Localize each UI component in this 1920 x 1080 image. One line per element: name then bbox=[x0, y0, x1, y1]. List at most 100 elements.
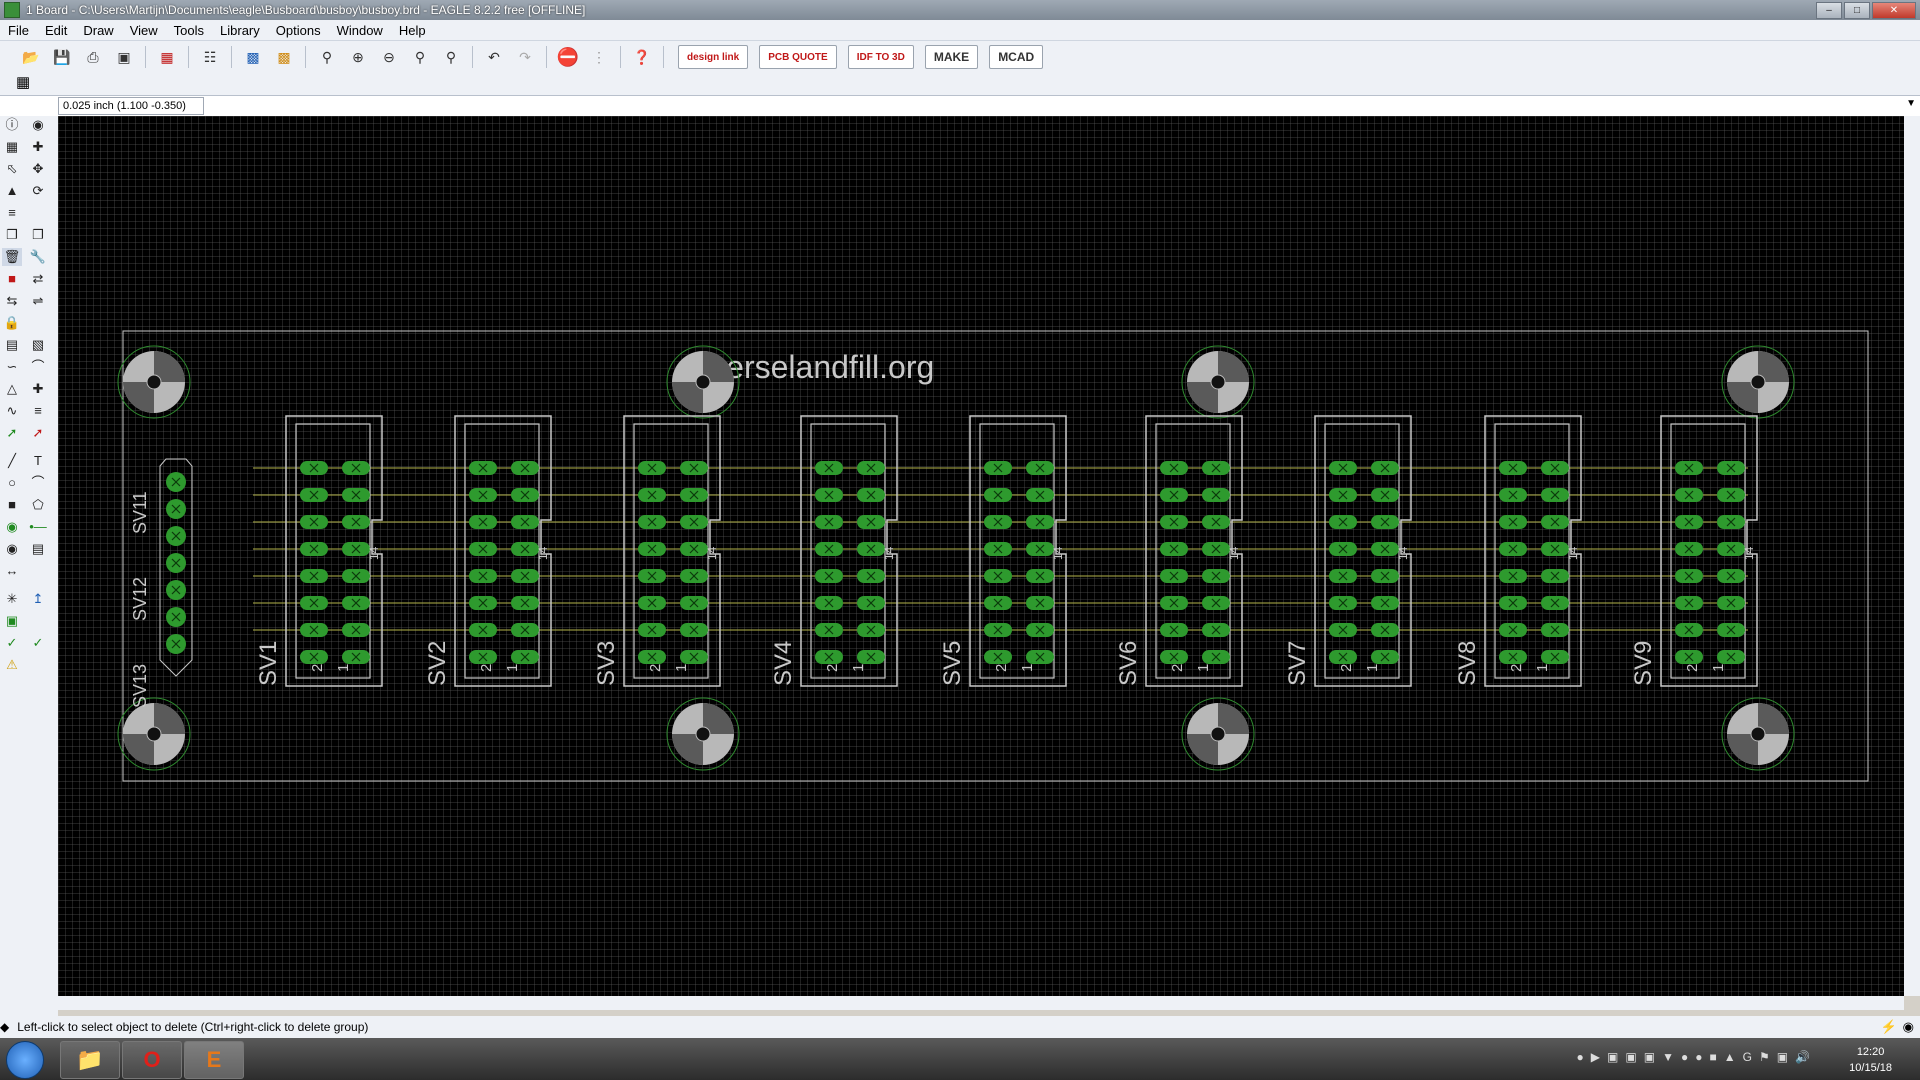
open-icon[interactable]: 📂 bbox=[18, 45, 44, 69]
start-button[interactable] bbox=[6, 1041, 44, 1079]
flag-icon[interactable]: ⚑ bbox=[1759, 1050, 1770, 1064]
close-button[interactable]: ✕ bbox=[1872, 2, 1916, 19]
erc-icon[interactable]: ✓ bbox=[2, 634, 22, 652]
connector-sv8[interactable]: 2 1 14 SV8 bbox=[1454, 415, 1582, 687]
design-link-button[interactable]: design link bbox=[678, 45, 749, 69]
tray-icon-10[interactable]: ▲ bbox=[1724, 1050, 1736, 1064]
autorouter-icon[interactable]: ✳ bbox=[2, 590, 22, 608]
connector-sv7[interactable]: 2 1 14 SV7 bbox=[1284, 415, 1412, 687]
dimension-icon[interactable]: ↔ bbox=[2, 562, 22, 580]
rect-icon[interactable]: ■ bbox=[2, 496, 22, 514]
tray-icon-8[interactable]: ● bbox=[1695, 1050, 1702, 1064]
menu-options[interactable]: Options bbox=[268, 23, 329, 38]
connector-sv6[interactable]: 2 1 14 SV6 bbox=[1115, 415, 1243, 687]
zoom-in-icon[interactable]: ⊕ bbox=[345, 45, 371, 69]
menu-edit[interactable]: Edit bbox=[37, 23, 75, 38]
explorer-icon[interactable]: 📁 bbox=[60, 1041, 120, 1079]
eye-icon[interactable]: ◉ bbox=[28, 116, 48, 134]
horizontal-scrollbar[interactable] bbox=[58, 996, 1904, 1010]
redo-icon[interactable]: ↷ bbox=[512, 45, 538, 69]
vertical-scrollbar[interactable] bbox=[1904, 116, 1920, 996]
tray-icon-11[interactable]: G bbox=[1743, 1050, 1752, 1064]
zoom-last-icon[interactable]: ⚲ bbox=[438, 45, 464, 69]
warning-icon[interactable]: ⚠ bbox=[2, 656, 22, 674]
wire-icon[interactable]: ➚ bbox=[2, 424, 22, 442]
layers-icon[interactable]: ▦ bbox=[2, 138, 22, 156]
tray-icon-7[interactable]: ● bbox=[1681, 1050, 1688, 1064]
align-icon[interactable]: ≡ bbox=[2, 204, 22, 222]
connector-sv4[interactable]: 2 1 14 SV4 bbox=[770, 415, 898, 687]
menu-window[interactable]: Window bbox=[329, 23, 391, 38]
wrench-icon[interactable]: 🔧 bbox=[28, 248, 48, 266]
connector-sv9[interactable]: 2 1 14 SV9 bbox=[1630, 415, 1758, 687]
volume-icon[interactable]: 🔊 bbox=[1795, 1050, 1810, 1064]
menu-file[interactable]: File bbox=[0, 23, 37, 38]
script-icon[interactable]: ▩ bbox=[240, 45, 266, 69]
help-icon[interactable]: ❓ bbox=[629, 45, 655, 69]
tray-icon-2[interactable]: ▶ bbox=[1591, 1050, 1600, 1064]
smash-icon[interactable]: ▤ bbox=[2, 336, 22, 354]
menu-help[interactable]: Help bbox=[391, 23, 434, 38]
go-icon[interactable]: ⋮ bbox=[586, 45, 612, 69]
lock-icon[interactable]: 🔒 bbox=[2, 314, 22, 332]
info-icon[interactable]: ⓘ bbox=[2, 116, 22, 134]
opera-icon[interactable]: O bbox=[122, 1041, 182, 1079]
signal-icon[interactable]: •— bbox=[28, 518, 48, 536]
connector-sv5[interactable]: 2 1 14 SV5 bbox=[939, 415, 1067, 687]
hole-icon[interactable]: ◉ bbox=[2, 540, 22, 558]
tray-icon-4[interactable]: ▣ bbox=[1625, 1050, 1636, 1064]
swap-icon[interactable]: ⇌ bbox=[28, 292, 48, 310]
board-canvas[interactable]: reverselandfill.org 2 1 14 SV1 2 1 14 SV2 2 1 14 SV… bbox=[58, 116, 1904, 996]
library-icon[interactable]: ☷ bbox=[197, 45, 223, 69]
via-icon[interactable]: ◉ bbox=[2, 518, 22, 536]
print-icon[interactable]: ⎙ bbox=[80, 45, 106, 69]
ripup-icon[interactable]: ≡ bbox=[28, 402, 48, 420]
stop-status-icon[interactable]: ◉ bbox=[1903, 1019, 1914, 1035]
arc-icon[interactable]: ⌒ bbox=[28, 474, 48, 492]
replace-icon[interactable]: ⇄ bbox=[28, 270, 48, 288]
pcb-quote-button[interactable]: PCB QUOTE bbox=[759, 45, 837, 69]
circle-icon[interactable]: ○ bbox=[2, 474, 22, 492]
zoom-out-icon[interactable]: ⊖ bbox=[376, 45, 402, 69]
tray-icon-1[interactable]: ● bbox=[1577, 1050, 1584, 1064]
add-icon[interactable]: ■ bbox=[2, 270, 22, 288]
ratsnest-calc-icon[interactable]: ▣ bbox=[2, 612, 22, 630]
polygon-icon[interactable]: ⬠ bbox=[28, 496, 48, 514]
delete-icon[interactable]: 🗑 bbox=[2, 248, 22, 266]
idf-to-3d-button[interactable]: IDF TO 3D bbox=[847, 45, 914, 69]
optimize-icon[interactable]: △ bbox=[2, 380, 22, 398]
mirror-icon[interactable]: ▲ bbox=[2, 182, 22, 200]
ulp-icon[interactable]: ▩ bbox=[271, 45, 297, 69]
route-auto-icon[interactable]: ↥ bbox=[28, 590, 48, 608]
minimize-button[interactable]: – bbox=[1816, 2, 1842, 19]
route-icon[interactable]: ∿ bbox=[2, 402, 22, 420]
tray-icon-9[interactable]: ■ bbox=[1709, 1050, 1716, 1064]
attribute-icon[interactable]: ▤ bbox=[28, 540, 48, 558]
connector-sv3[interactable]: 2 1 14 SV3 bbox=[593, 415, 721, 687]
meander-icon[interactable]: ✚ bbox=[28, 380, 48, 398]
clock[interactable]: 12:20 10/15/18 bbox=[1849, 1044, 1892, 1076]
grid-icon[interactable]: ▦ bbox=[16, 75, 34, 91]
save-icon[interactable]: 💾 bbox=[49, 45, 75, 69]
select-icon[interactable]: ⬁ bbox=[2, 160, 22, 178]
miter-icon[interactable]: ⌒ bbox=[28, 358, 48, 376]
rotate-icon[interactable]: ⟳ bbox=[28, 182, 48, 200]
tray-icon-3[interactable]: ▣ bbox=[1607, 1050, 1618, 1064]
split-icon[interactable]: ∽ bbox=[2, 358, 22, 376]
stop-icon[interactable]: ⛔ bbox=[555, 45, 581, 69]
pcb-drawing[interactable]: reverselandfill.org 2 114SV1 2 114SV2 2 114SV… bbox=[58, 116, 1904, 996]
network-icon[interactable]: ▣ bbox=[1777, 1050, 1788, 1064]
tray-icon-6[interactable]: ▼ bbox=[1662, 1050, 1674, 1064]
chevron-down-icon[interactable]: ▼ bbox=[1906, 98, 1916, 109]
menu-view[interactable]: View bbox=[122, 23, 166, 38]
undo-icon[interactable]: ↶ bbox=[481, 45, 507, 69]
zoom-select-icon[interactable]: ⚲ bbox=[407, 45, 433, 69]
cam-icon[interactable]: ▣ bbox=[111, 45, 137, 69]
command-input[interactable] bbox=[215, 97, 1905, 113]
paste-icon[interactable]: ❐ bbox=[28, 226, 48, 244]
make-button[interactable]: MAKE bbox=[924, 45, 979, 69]
tray-icon-5[interactable]: ▣ bbox=[1644, 1050, 1655, 1064]
change-icon[interactable]: ⇆ bbox=[2, 292, 22, 310]
ratsnest-icon[interactable]: ➚ bbox=[28, 424, 48, 442]
copy-icon[interactable]: ❐ bbox=[2, 226, 22, 244]
